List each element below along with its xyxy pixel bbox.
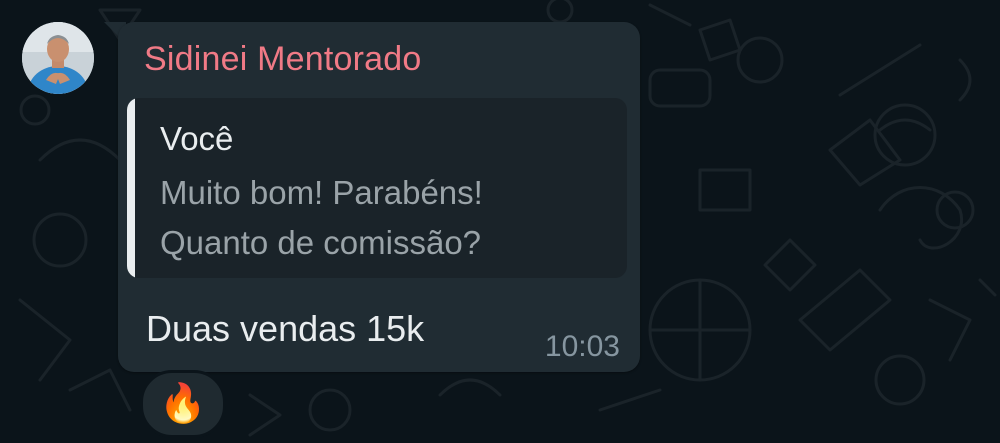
quoted-text-line-1: Muito bom! Parabéns! xyxy=(160,174,483,211)
message-bubble[interactable]: Sidinei Mentorado Você Muito bom! Parabé… xyxy=(118,22,640,372)
fire-emoji-icon: 🔥 xyxy=(159,383,207,425)
quoted-message[interactable]: Você Muito bom! Parabéns! Quanto de comi… xyxy=(127,98,627,278)
quoted-text-line-2: Quanto de comissão? xyxy=(160,224,482,261)
reaction-badge[interactable]: 🔥 xyxy=(140,370,226,438)
quoted-author: Você xyxy=(160,120,234,157)
message-time: 10:03 xyxy=(544,330,620,363)
sender-name[interactable]: Sidinei Mentorado xyxy=(144,40,421,79)
sender-avatar[interactable] xyxy=(22,22,94,94)
message-text: Duas vendas 15k xyxy=(146,308,425,349)
person-avatar-icon xyxy=(22,22,94,94)
quote-bar xyxy=(127,98,135,278)
